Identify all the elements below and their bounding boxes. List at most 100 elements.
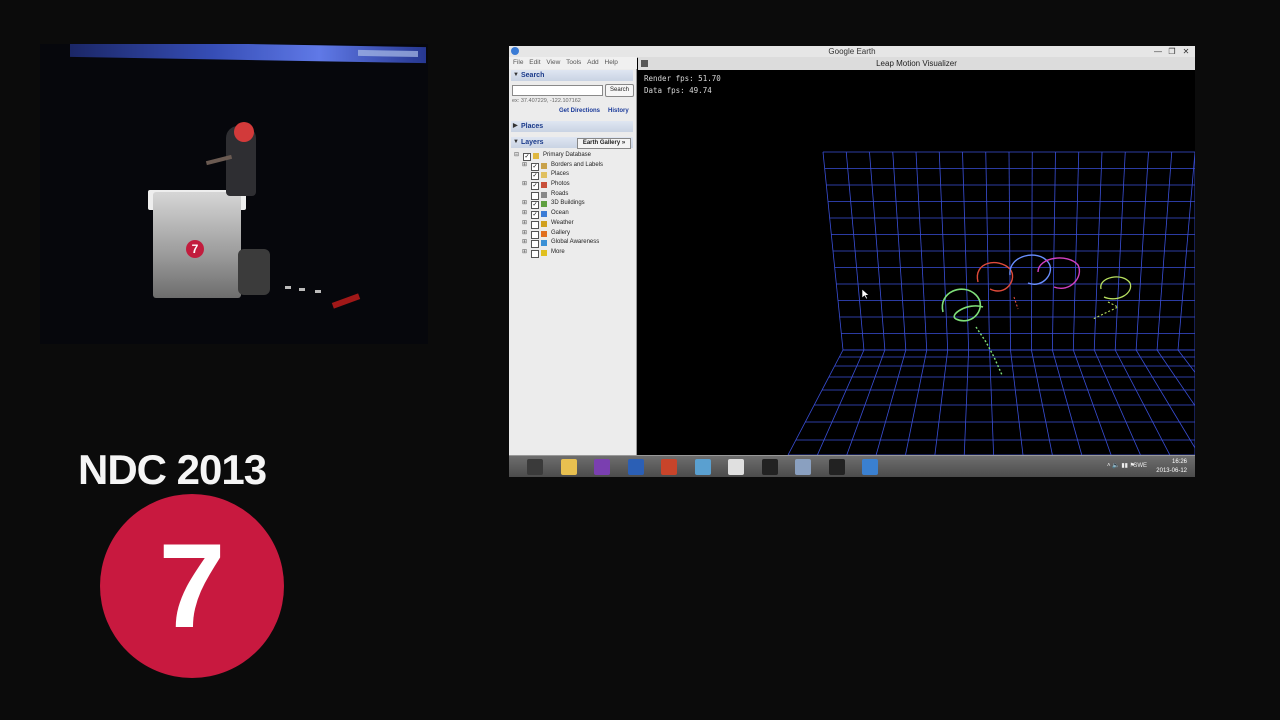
layer-label: Primary Database xyxy=(543,152,592,158)
menu-file[interactable]: File xyxy=(513,59,523,66)
collapse-arrow-icon: ▼ xyxy=(513,139,519,145)
layer-checkbox[interactable] xyxy=(531,249,539,258)
visual-studio-icon[interactable] xyxy=(594,459,610,475)
search-header-label: Search xyxy=(521,72,545,79)
menu-tools[interactable]: Tools xyxy=(566,59,581,66)
maximize-icon[interactable]: ❐ xyxy=(1165,46,1179,57)
layer-label: Weather xyxy=(551,219,574,226)
device-icon[interactable] xyxy=(761,459,778,475)
layer-icon xyxy=(541,201,547,208)
finger-trace-blue xyxy=(1009,254,1052,285)
layer-label: Ocean xyxy=(551,210,569,217)
layer-icon xyxy=(533,153,539,159)
layer-item[interactable]: ⊟ ✓ Primary Database xyxy=(512,151,634,161)
layer-icon xyxy=(541,230,547,237)
layer-item[interactable]: ⊞ ✓ Ocean xyxy=(512,209,634,220)
layer-icon xyxy=(541,191,547,198)
google-earth-icon[interactable] xyxy=(862,459,878,475)
file-explorer-icon[interactable] xyxy=(560,459,577,475)
layer-label: Global Awareness xyxy=(551,239,600,246)
podium-logo: 7 xyxy=(186,240,204,258)
finger-trace-green xyxy=(941,288,984,322)
search-hint: ex: 37.407229, -122.107162 xyxy=(512,98,581,104)
screenshare: Google Earth — ❐ ✕ File Edit View Tools … xyxy=(509,46,1195,477)
expand-toggle-icon[interactable]: ⊟ xyxy=(514,151,520,161)
close-icon[interactable]: ✕ xyxy=(1179,46,1193,57)
history-link[interactable]: History xyxy=(608,108,629,114)
window-icon[interactable] xyxy=(795,459,811,475)
layer-item[interactable]: ⊞ Global Awareness xyxy=(512,238,634,249)
clock-date[interactable]: 2013-06-12 xyxy=(1156,468,1187,474)
word-icon[interactable] xyxy=(627,459,644,475)
app-icon[interactable] xyxy=(694,459,711,475)
places-panel-header[interactable]: ▶ Places xyxy=(511,121,633,132)
layer-item[interactable]: ⊞ Weather xyxy=(512,219,634,229)
layer-label: 3D Buildings xyxy=(551,200,585,207)
layer-icon xyxy=(541,211,547,218)
leap-visualizer-window: Leap Motion Visualizer Render fps: 51.70… xyxy=(638,57,1195,455)
menu-bar: File Edit View Tools Add Help xyxy=(509,57,637,69)
menu-edit[interactable]: Edit xyxy=(529,59,540,66)
layers-tree: ⊟ ✓ Primary Database ⊞ ✓ Borders and Labels ✓ P… xyxy=(512,151,634,258)
layer-item[interactable]: ✓ Places xyxy=(512,170,634,181)
layer-item[interactable]: ⊞ ✓ Borders and Labels xyxy=(512,161,634,171)
layer-label: Photos xyxy=(551,181,570,188)
finger-trace-red xyxy=(976,261,1014,292)
get-directions-link[interactable]: Get Directions xyxy=(559,108,600,114)
projection-screen xyxy=(70,44,426,64)
layer-item[interactable]: ⊞ Gallery xyxy=(512,229,634,239)
layer-icon xyxy=(541,220,547,227)
layer-item[interactable]: ⊞ ✓ Photos xyxy=(512,180,634,191)
clock-time[interactable]: 16:26 xyxy=(1172,459,1187,465)
layer-item[interactable]: ⊞ More xyxy=(512,248,634,258)
system-tray[interactable]: ˄ 🔈 ▮▮ ⚑ xyxy=(1107,462,1135,469)
expand-toggle-icon[interactable]: ⊞ xyxy=(522,209,528,219)
layer-icon xyxy=(541,162,547,169)
collapse-arrow-icon: ▼ xyxy=(513,72,519,78)
search-button[interactable]: Search xyxy=(605,84,634,97)
language-indicator[interactable]: SWE xyxy=(1133,463,1147,469)
minimize-icon[interactable]: — xyxy=(1151,46,1165,57)
expand-toggle-icon[interactable]: ⊞ xyxy=(522,229,528,239)
earth-gallery-button[interactable]: Earth Gallery » xyxy=(577,138,631,149)
floor-lights xyxy=(285,282,375,306)
places-header-label: Places xyxy=(521,123,544,130)
speaker-head xyxy=(234,122,254,142)
layer-label: Gallery xyxy=(551,229,571,236)
finger-trace-red-tail xyxy=(1013,296,1019,310)
stage-video: 7 xyxy=(40,44,428,344)
bag xyxy=(238,249,270,295)
layer-item[interactable]: ⊞ ✓ 3D Buildings xyxy=(512,199,634,210)
layer-icon xyxy=(541,172,547,179)
layer-icon xyxy=(541,240,547,247)
layer-label: Places xyxy=(551,171,570,178)
powerpoint-icon[interactable] xyxy=(661,459,677,475)
finger-trace-lime-tail xyxy=(1092,301,1120,320)
visualizer-title: Leap Motion Visualizer xyxy=(876,59,957,68)
data-fps: Data fps: 49.74 xyxy=(644,86,712,95)
layers-header-label: Layers xyxy=(521,139,544,146)
layer-item[interactable]: Roads xyxy=(512,190,634,200)
powershell-icon[interactable] xyxy=(527,459,543,475)
event-title: NDC 2013 xyxy=(78,446,267,493)
expand-toggle-icon[interactable]: ⊞ xyxy=(522,219,528,229)
mouse-cursor-icon xyxy=(862,289,870,299)
expand-toggle-icon[interactable]: ⊞ xyxy=(522,248,528,258)
ndc-logo: 7 xyxy=(100,494,284,678)
expand-toggle-icon[interactable]: ⊞ xyxy=(522,161,528,171)
expand-toggle-icon[interactable]: ⊞ xyxy=(522,238,528,248)
layer-icon xyxy=(541,249,547,256)
expand-toggle-icon[interactable]: ⊞ xyxy=(522,180,528,190)
search-panel-header[interactable]: ▼ Search xyxy=(511,70,633,81)
search-input[interactable] xyxy=(512,85,603,96)
menu-view[interactable]: View xyxy=(546,59,560,66)
menu-add[interactable]: Add xyxy=(587,59,599,66)
chrome-icon[interactable] xyxy=(728,459,744,475)
visualizer-titlebar: Leap Motion Visualizer xyxy=(638,57,1195,70)
visualizer-3d-grid xyxy=(787,151,1195,455)
phone-icon[interactable] xyxy=(828,459,845,475)
layer-label: Roads xyxy=(551,190,569,197)
expand-toggle-icon[interactable]: ⊞ xyxy=(522,199,528,209)
menu-help[interactable]: Help xyxy=(605,59,618,66)
expand-arrow-icon: ▶ xyxy=(513,123,518,129)
